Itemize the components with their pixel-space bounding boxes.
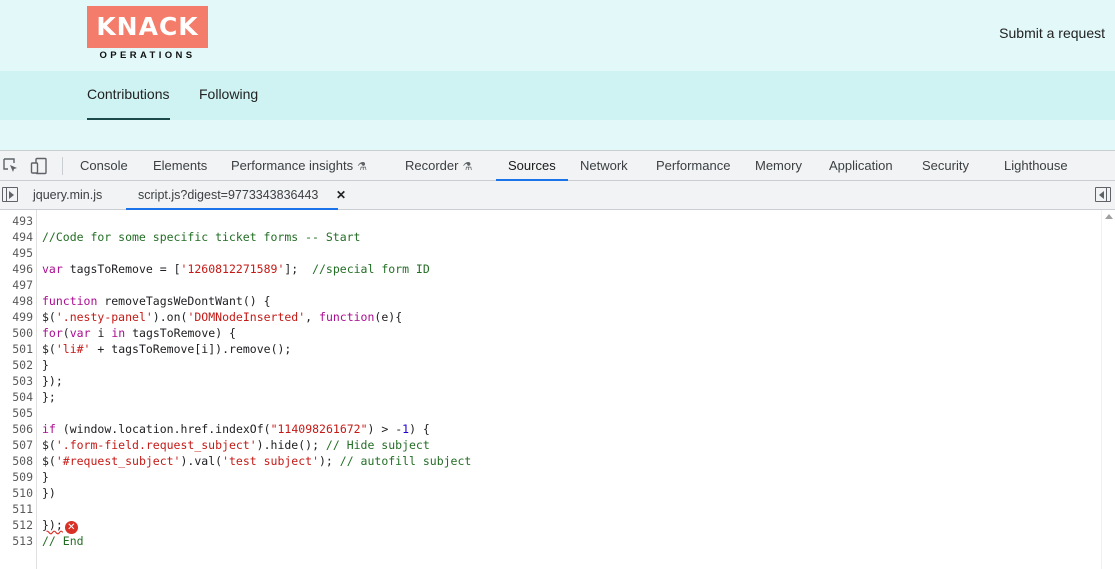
code-line[interactable]: 506 if (window.location.href.indexOf("114… bbox=[0, 421, 1100, 437]
line-number[interactable]: 513 bbox=[0, 533, 33, 549]
code-text: for(var i in tagsToRemove) { bbox=[42, 326, 236, 340]
code-line[interactable]: 505 bbox=[0, 405, 1100, 421]
code-line[interactable]: 494 //Code for some specific ticket forms… bbox=[0, 229, 1100, 245]
line-number[interactable]: 495 bbox=[0, 245, 33, 261]
line-number[interactable]: 503 bbox=[0, 373, 33, 389]
code-text: } bbox=[42, 358, 49, 372]
line-number[interactable]: 497 bbox=[0, 277, 33, 293]
tab-recorder[interactable]: Recorder ⚗ bbox=[405, 151, 472, 181]
line-number[interactable]: 504 bbox=[0, 389, 33, 405]
code-text: $('.form-field.request_subject').hide();… bbox=[42, 438, 430, 452]
toolbar-divider bbox=[62, 157, 63, 175]
tab-console[interactable]: Console bbox=[80, 151, 128, 181]
line-number[interactable]: 512 bbox=[0, 517, 33, 533]
line-number[interactable]: 510 bbox=[0, 485, 33, 501]
inspect-element-icon[interactable] bbox=[2, 157, 20, 175]
tab-memory[interactable]: Memory bbox=[755, 151, 802, 181]
code-text: function removeTagsWeDontWant() { bbox=[42, 294, 271, 308]
code-text: $('li#' + tagsToRemove[i]).remove(); bbox=[42, 342, 292, 356]
code-line[interactable]: 495 bbox=[0, 245, 1100, 261]
code-text: $('#request_subject').val('test subject'… bbox=[42, 454, 472, 468]
profile-subnav: Contributions Following bbox=[0, 71, 1115, 121]
code-text: }; bbox=[42, 390, 56, 404]
close-tab-icon[interactable]: ✕ bbox=[336, 181, 346, 209]
line-number[interactable]: 508 bbox=[0, 453, 33, 469]
line-number[interactable]: 498 bbox=[0, 293, 33, 309]
tab-sources[interactable]: Sources bbox=[496, 151, 568, 181]
code-text: var tagsToRemove = ['1260812271589']; //… bbox=[42, 262, 430, 276]
tab-security[interactable]: Security bbox=[922, 151, 969, 181]
line-number[interactable]: 501 bbox=[0, 341, 33, 357]
tab-following[interactable]: Following bbox=[199, 86, 258, 102]
code-line[interactable]: 509} bbox=[0, 469, 1100, 485]
submit-request-link[interactable]: Submit a request bbox=[999, 25, 1105, 41]
knack-operations-logo[interactable]: KNACK OPERATIONS bbox=[87, 6, 208, 62]
line-number[interactable]: 502 bbox=[0, 357, 33, 373]
line-number[interactable]: 505 bbox=[0, 405, 33, 421]
line-number[interactable]: 496 bbox=[0, 261, 33, 277]
line-number[interactable]: 506 bbox=[0, 421, 33, 437]
logo-wordmark: KNACK bbox=[87, 6, 208, 48]
devtools-tabbar: Console Elements Performance insights ⚗ R… bbox=[0, 150, 1115, 181]
code-line[interactable]: 501 $('li#' + tagsToRemove[i]).remove(); bbox=[0, 341, 1100, 357]
tab-performance-insights[interactable]: Performance insights ⚗ bbox=[231, 151, 367, 181]
code-text: $('.nesty-panel').on('DOMNodeInserted', … bbox=[42, 310, 403, 324]
site-content-area bbox=[0, 120, 1115, 150]
code-line[interactable]: 498 function removeTagsWeDontWant() { bbox=[0, 293, 1100, 309]
code-line[interactable]: 499 $('.nesty-panel').on('DOMNodeInserted… bbox=[0, 309, 1100, 325]
code-line[interactable]: 500 for(var i in tagsToRemove) { bbox=[0, 325, 1100, 341]
code-line[interactable]: 510}) bbox=[0, 485, 1100, 501]
line-number[interactable]: 511 bbox=[0, 501, 33, 517]
logo-subtitle: OPERATIONS bbox=[99, 50, 196, 61]
line-number[interactable]: 494 bbox=[0, 229, 33, 245]
line-number[interactable]: 509 bbox=[0, 469, 33, 485]
code-text: } bbox=[42, 470, 49, 484]
file-tab-jquery[interactable]: jquery.min.js bbox=[33, 181, 102, 209]
code-line[interactable]: 507 $('.form-field.request_subject').hide… bbox=[0, 437, 1100, 453]
line-number[interactable]: 500 bbox=[0, 325, 33, 341]
tab-application[interactable]: Application bbox=[829, 151, 893, 181]
tab-network[interactable]: Network bbox=[580, 151, 628, 181]
code-text: }); bbox=[42, 374, 63, 388]
sources-file-tabbar: jquery.min.js script.js?digest=977334383… bbox=[0, 181, 1115, 210]
flask-icon: ⚗ bbox=[357, 161, 367, 173]
code-editor[interactable]: 493 494 //Code for some specific ticket fo… bbox=[0, 210, 1115, 569]
code-line[interactable]: 512 }); ✕ bbox=[0, 517, 1100, 534]
code-line[interactable]: 503}); bbox=[0, 373, 1100, 389]
file-tab-label: script.js?digest=9773343836443 bbox=[138, 188, 319, 202]
code-line[interactable]: 502} bbox=[0, 357, 1100, 373]
tab-elements[interactable]: Elements bbox=[153, 151, 207, 181]
tab-contributions[interactable]: Contributions bbox=[87, 86, 170, 121]
code-line[interactable]: 513 // End bbox=[0, 533, 1100, 549]
show-debugger-icon[interactable] bbox=[1095, 187, 1111, 202]
code-line[interactable]: 493 bbox=[0, 213, 1100, 229]
show-navigator-icon[interactable] bbox=[2, 187, 18, 202]
site-header: KNACK OPERATIONS Submit a request bbox=[0, 0, 1115, 71]
file-tab-script[interactable]: script.js?digest=9773343836443 ✕ bbox=[125, 181, 346, 210]
code-line[interactable]: 496 var tagsToRemove = ['1260812271589'];… bbox=[0, 261, 1100, 277]
flask-icon: ⚗ bbox=[462, 161, 473, 173]
scroll-up-icon[interactable] bbox=[1105, 214, 1113, 219]
code-text: if (window.location.href.indexOf("114098… bbox=[42, 422, 430, 436]
line-number[interactable]: 499 bbox=[0, 309, 33, 325]
code-line[interactable]: 508 $('#request_subject').val('test subje… bbox=[0, 453, 1100, 469]
code-line[interactable]: 504}; bbox=[0, 389, 1100, 405]
code-text: }) bbox=[42, 486, 56, 500]
tab-lighthouse[interactable]: Lighthouse bbox=[1004, 151, 1068, 181]
code-text: // End bbox=[42, 534, 84, 548]
code-line[interactable]: 497 bbox=[0, 277, 1100, 293]
line-number[interactable]: 507 bbox=[0, 437, 33, 453]
code-text: }); ✕ bbox=[42, 517, 78, 534]
device-toolbar-icon[interactable] bbox=[30, 157, 48, 175]
code-line[interactable]: 511 bbox=[0, 501, 1100, 517]
code-text: //Code for some specific ticket forms --… bbox=[42, 230, 361, 244]
tab-performance[interactable]: Performance bbox=[656, 151, 730, 181]
editor-scrollbar[interactable] bbox=[1101, 210, 1115, 569]
line-number[interactable]: 493 bbox=[0, 213, 33, 229]
